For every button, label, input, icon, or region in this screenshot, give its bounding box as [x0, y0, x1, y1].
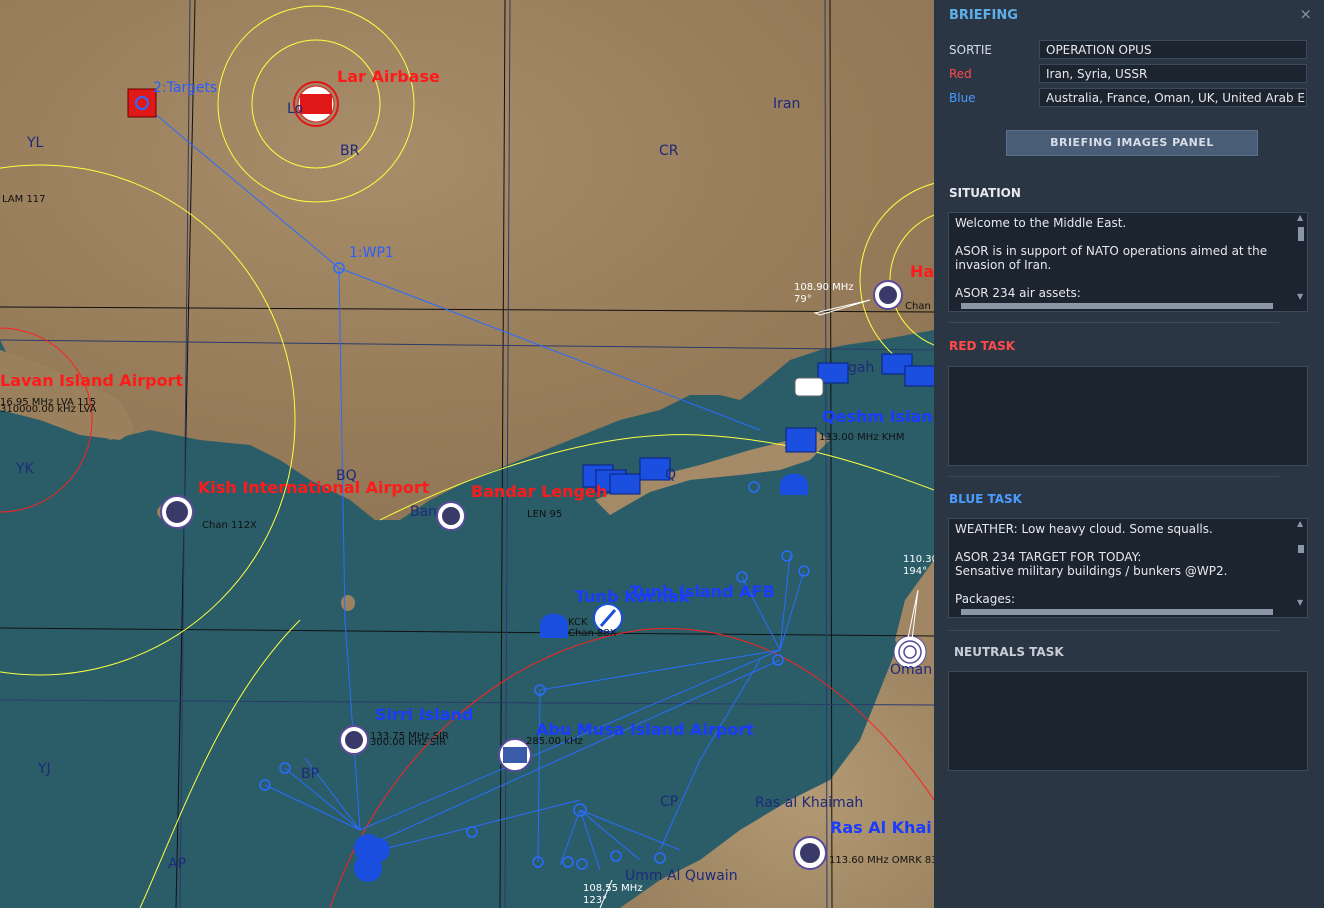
neutrals-task-text [949, 672, 1307, 675]
label-tunb-island-afb: Tunb Island AFB [630, 582, 775, 601]
freq-kish-tacan: Chan 112X [202, 520, 257, 531]
scroll-thumb[interactable] [961, 303, 1273, 309]
freq-kck-tacan: Chan 88X [568, 628, 617, 639]
red-task-text [949, 367, 1307, 370]
mission-map[interactable]: Lar Airbase Lavan Island Airport Kish In… [0, 0, 934, 908]
ras-al-khaimah-airport-icon[interactable] [793, 836, 827, 870]
freq-omrk: 113.60 MHz OMRK 83 [829, 855, 934, 866]
label-havadarya-partial: Ha [910, 262, 934, 281]
blue-task-line: WEATHER: Low heavy cloud. Some squalls. [955, 522, 1213, 536]
nav-readout-bearing-1: 79° [794, 294, 812, 305]
situation-vertical-scrollbar[interactable]: ▲ ▼ [1295, 213, 1307, 301]
label-qeshm-short: Q [665, 467, 677, 483]
situation-title: SITUATION [949, 186, 1021, 200]
nav-readout-freq-3: 108.55 MHz [583, 883, 643, 894]
sirri-airport-icon[interactable] [339, 725, 369, 755]
label-kish-airport: Kish International Airport [198, 478, 430, 497]
bandar-lengeh-airport-icon[interactable] [436, 501, 466, 531]
separator [949, 476, 1279, 477]
briefing-images-button[interactable]: BRIEFING IMAGES PANEL [1006, 130, 1258, 156]
neutrals-task-textbox[interactable] [948, 671, 1308, 771]
red-coalition-label: Red [949, 67, 972, 81]
blue-task-vertical-scrollbar[interactable]: ▲ ▼ [1295, 519, 1307, 607]
nav-readout-freq-1: 108.90 MHz [794, 282, 854, 293]
close-icon[interactable]: × [1299, 5, 1312, 23]
label-iran: Iran [773, 96, 801, 112]
sortie-input[interactable]: OPERATION OPUS [1039, 40, 1307, 59]
blue-coalition-label: Blue [949, 91, 976, 105]
briefing-panel: BRIEFING × SORTIE Red Blue BRIEFING IMAG… [934, 0, 1324, 908]
label-lar-short: Lo [287, 101, 304, 117]
separator [949, 322, 1279, 323]
situation-horizontal-scrollbar[interactable] [949, 301, 1295, 311]
blue-task-title: BLUE TASK [949, 492, 1022, 506]
target-marker[interactable] [127, 88, 157, 118]
label-ras-al-khaimah-city: Ras al Khaimah [755, 795, 864, 811]
freq-chan-partial: Chan [905, 301, 931, 312]
situation-textbox[interactable]: Welcome to the Middle East. ASOR is in s… [948, 212, 1308, 312]
blue-task-textbox[interactable]: WEATHER: Low heavy cloud. Some squalls. … [948, 518, 1308, 618]
freq-lam: LAM 117 [2, 194, 46, 205]
situation-line: ASOR is in support of NATO operations ai… [955, 244, 1268, 272]
situation-line: ASOR 234 air assets: [955, 286, 1081, 300]
grid-label-bp: BP [301, 766, 320, 782]
label-umm-al-quwain: Umm Al Quwain [625, 868, 738, 884]
label-bandar-lengeh: Bandar Lengeh [471, 482, 608, 501]
scroll-down-icon[interactable]: ▼ [1297, 292, 1303, 301]
red-task-textbox[interactable] [948, 366, 1308, 466]
panel-title: BRIEFING [949, 8, 1018, 23]
scroll-thumb[interactable] [961, 609, 1273, 615]
label-sirri-island: Sirri Island [375, 705, 474, 724]
freq-kck: KCK [568, 617, 588, 628]
freq-sir-ndb: 300.00 kHz SIR [370, 737, 447, 748]
scroll-up-icon[interactable]: ▲ [1297, 519, 1303, 528]
nav-readout-freq-2: 110.30 [903, 554, 934, 565]
grid-label-yl: YL [27, 135, 44, 151]
freq-len: LEN 95 [527, 509, 563, 520]
situation-line: Welcome to the Middle East. [955, 216, 1127, 230]
waypoint-label-wp1[interactable]: 1:WP1 [349, 245, 394, 261]
kish-airport-icon[interactable] [160, 495, 194, 529]
neutrals-task-title: NEUTRALS TASK [954, 645, 1064, 659]
grid-label-yj: YJ [38, 761, 51, 777]
blue-task-horizontal-scrollbar[interactable] [949, 607, 1295, 617]
label-ras-al-khai: Ras Al Khai [830, 818, 932, 837]
red-coalition-field[interactable]: Iran, Syria, USSR [1039, 64, 1307, 83]
scroll-thumb[interactable] [1298, 545, 1304, 553]
label-oman: Oman [890, 662, 933, 678]
freq-abu-musa-ndb: 285.00 kHz [526, 736, 583, 747]
nav-readout-bearing-3: 123° [583, 895, 608, 906]
blue-task-line: Packages: [955, 592, 1016, 606]
blue-task-line: ASOR 234 TARGET FOR TODAY: Sensative mil… [955, 550, 1228, 578]
label-lar-airbase: Lar Airbase [337, 67, 440, 86]
scroll-thumb[interactable] [1298, 227, 1304, 241]
red-task-title: RED TASK [949, 339, 1016, 353]
grid-label-bq: BQ [336, 468, 357, 484]
grid-label-yk: YK [16, 461, 34, 477]
freq-khm: 133.00 MHz KHM [819, 432, 905, 443]
label-bandar-abbas-partial: gah [848, 360, 875, 376]
label-lavan-airport: Lavan Island Airport [0, 371, 184, 390]
scroll-down-icon[interactable]: ▼ [1297, 598, 1303, 607]
grid-label-br: BR [340, 143, 360, 159]
sortie-label: SORTIE [949, 43, 992, 57]
havadarya-airport-icon[interactable] [873, 280, 903, 310]
freq-lva-ndb: 310000.00 kHz LVA [0, 404, 97, 415]
grid-label-cr: CR [659, 143, 679, 159]
waypoint-label-targets[interactable]: 2:Targets [153, 80, 217, 96]
separator [949, 630, 1279, 631]
label-qeshm-island: Qeshm Island [822, 407, 934, 426]
blue-coalition-field[interactable]: Australia, France, Oman, UK, United Arab… [1039, 88, 1307, 107]
scroll-up-icon[interactable]: ▲ [1297, 213, 1303, 222]
grid-label-ap: AP [168, 856, 187, 872]
grid-label-cp: CP [660, 794, 679, 810]
land-tunb [341, 595, 355, 611]
map-canvas[interactable] [0, 0, 934, 908]
label-bandar-short: Ban [410, 504, 438, 520]
nav-readout-bearing-2: 194° [903, 566, 928, 577]
